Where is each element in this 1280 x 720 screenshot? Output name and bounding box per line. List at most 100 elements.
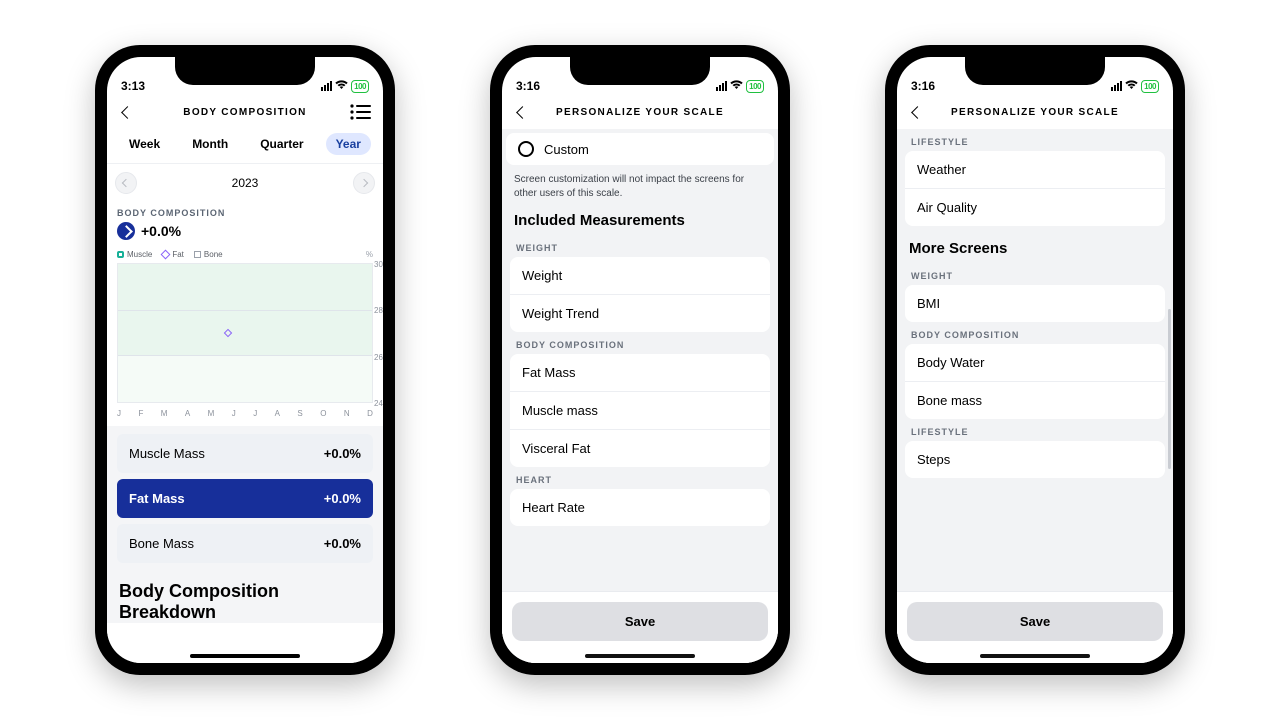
page-title: PERSONALIZE YOUR SCALE <box>556 107 724 118</box>
row-label: Muscle mass <box>522 403 598 418</box>
back-button[interactable] <box>907 102 927 122</box>
legend-bone-label: Bone <box>204 250 223 259</box>
row-label: Weather <box>917 162 966 177</box>
page-title: PERSONALIZE YOUR SCALE <box>951 107 1119 118</box>
group-label-weight: WEIGHT <box>502 235 778 257</box>
notch-icon <box>965 57 1105 85</box>
period-label: 2023 <box>232 176 259 190</box>
row-fat-mass[interactable]: Fat Mass <box>510 354 770 392</box>
metric-value: +0.0% <box>324 536 361 551</box>
delta-value: +0.0% <box>141 223 181 239</box>
signal-icon <box>716 81 727 91</box>
row-label: Visceral Fat <box>522 441 590 456</box>
tab-quarter[interactable]: Quarter <box>250 133 313 155</box>
legend-muscle-icon <box>117 251 124 258</box>
row-label: Air Quality <box>917 200 977 215</box>
group-label-weight: WEIGHT <box>897 263 1173 285</box>
row-label: Steps <box>917 452 950 467</box>
group-label-lifestyle: LIFESTYLE <box>897 129 1173 151</box>
custom-label: Custom <box>544 142 589 157</box>
metric-label: Muscle Mass <box>129 446 205 461</box>
chevron-left-icon <box>122 179 130 187</box>
metric-value: +0.0% <box>324 491 361 506</box>
ytick: 28 <box>374 306 383 315</box>
wifi-icon <box>334 79 349 93</box>
trend-arrow-icon <box>117 222 135 240</box>
row-muscle-mass[interactable]: Muscle mass <box>510 392 770 430</box>
ytick: 26 <box>374 353 383 362</box>
row-weather[interactable]: Weather <box>905 151 1165 189</box>
options-button[interactable] <box>349 102 373 122</box>
row-visceral-fat[interactable]: Visceral Fat <box>510 430 770 467</box>
group-label-lifestyle-2: LIFESTYLE <box>897 419 1173 441</box>
tab-month[interactable]: Month <box>182 133 238 155</box>
metric-muscle-mass[interactable]: Muscle Mass +0.0% <box>117 434 373 473</box>
row-label: Weight <box>522 268 562 283</box>
metric-value: +0.0% <box>324 446 361 461</box>
status-time: 3:16 <box>911 79 935 93</box>
ytick: 30 <box>374 260 383 269</box>
row-label: Fat Mass <box>522 365 575 380</box>
x-axis: JF MA MJ JA SO ND <box>107 403 383 420</box>
back-button[interactable] <box>512 102 532 122</box>
metric-label: Fat Mass <box>129 491 185 506</box>
metric-bone-mass[interactable]: Bone Mass +0.0% <box>117 524 373 563</box>
row-weight[interactable]: Weight <box>510 257 770 295</box>
custom-option[interactable]: Custom <box>506 133 774 165</box>
row-air-quality[interactable]: Air Quality <box>905 189 1165 226</box>
battery-icon: 100 <box>351 80 369 93</box>
group-label-body-composition: BODY COMPOSITION <box>502 332 778 354</box>
tab-year[interactable]: Year <box>326 133 371 155</box>
row-bone-mass[interactable]: Bone mass <box>905 382 1165 419</box>
row-bmi[interactable]: BMI <box>905 285 1165 322</box>
notch-icon <box>175 57 315 85</box>
home-indicator-icon[interactable] <box>980 654 1090 658</box>
composition-chart[interactable]: 30 28 26 24 <box>117 263 373 403</box>
customization-note: Screen customization will not impact the… <box>502 171 778 210</box>
metric-label: Bone Mass <box>129 536 194 551</box>
wifi-icon <box>1124 79 1139 93</box>
scroll-indicator[interactable] <box>1168 309 1171 469</box>
prev-period-button[interactable] <box>115 172 137 194</box>
row-heart-rate[interactable]: Heart Rate <box>510 489 770 526</box>
notch-icon <box>570 57 710 85</box>
more-screens-heading: More Screens <box>897 226 1173 263</box>
save-button[interactable]: Save <box>907 602 1163 641</box>
chart-legend: Muscle Fat Bone % <box>107 246 383 263</box>
phone-2: 3:16 100 PERSONALIZE YOUR SCALE <box>490 45 790 675</box>
next-period-button[interactable] <box>353 172 375 194</box>
battery-icon: 100 <box>1141 80 1159 93</box>
tab-week[interactable]: Week <box>119 133 170 155</box>
breakdown-heading: Body Composition Breakdown <box>107 569 383 623</box>
metric-fat-mass[interactable]: Fat Mass +0.0% <box>117 479 373 518</box>
row-label: Bone mass <box>917 393 982 408</box>
radio-unchecked-icon <box>518 141 534 157</box>
legend-muscle-label: Muscle <box>127 250 152 259</box>
save-button[interactable]: Save <box>512 602 768 641</box>
chevron-right-icon <box>360 179 368 187</box>
signal-icon <box>321 81 332 91</box>
row-steps[interactable]: Steps <box>905 441 1165 478</box>
home-indicator-icon[interactable] <box>190 654 300 658</box>
home-indicator-icon[interactable] <box>585 654 695 658</box>
row-label: Body Water <box>917 355 984 370</box>
status-time: 3:16 <box>516 79 540 93</box>
wifi-icon <box>729 79 744 93</box>
phone-3: 3:16 100 PERSONALIZE YOUR SCALE LIFESTYL… <box>885 45 1185 675</box>
battery-icon: 100 <box>746 80 764 93</box>
row-body-water[interactable]: Body Water <box>905 344 1165 382</box>
status-time: 3:13 <box>121 79 145 93</box>
time-range-tabs: Week Month Quarter Year <box>107 129 383 164</box>
row-weight-trend[interactable]: Weight Trend <box>510 295 770 332</box>
list-icon <box>349 102 373 122</box>
back-button[interactable] <box>117 102 137 122</box>
phone-1: 3:13 100 BODY COMPOSITION <box>95 45 395 675</box>
group-label-body-composition: BODY COMPOSITION <box>897 322 1173 344</box>
row-label: BMI <box>917 296 940 311</box>
row-label: Heart Rate <box>522 500 585 515</box>
ytick: 24 <box>374 399 383 408</box>
signal-icon <box>1111 81 1122 91</box>
section-label: BODY COMPOSITION <box>107 202 383 220</box>
row-label: Weight Trend <box>522 306 599 321</box>
included-heading: Included Measurements <box>502 210 778 235</box>
